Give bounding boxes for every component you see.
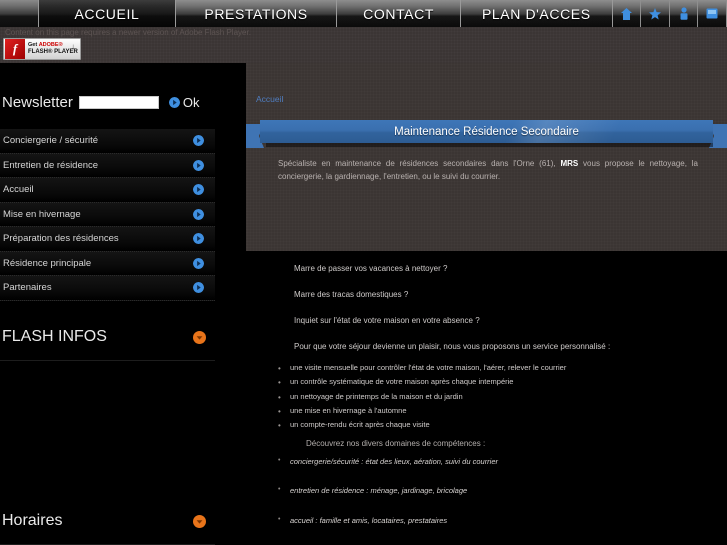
services-list: une visite mensuelle pour contrôler l'ét…	[276, 361, 706, 433]
sidebar-item-preparation-des-residences[interactable]: Préparation des résidences	[0, 227, 215, 252]
ribbon-bar: Maintenance Résidence Secondaire	[260, 120, 713, 143]
intro-brand: MRS	[560, 159, 579, 168]
list-item: une mise en hivernage à l'automne	[276, 404, 706, 419]
flash-notice-text: Content on this page requires a newer ve…	[5, 28, 251, 37]
nav-contact-button[interactable]	[669, 0, 699, 27]
sidebar-item-label: Partenaires	[3, 282, 52, 294]
sidebar-item-label: Mise en hivernage	[3, 208, 81, 220]
list-item: un compte-rendu écrit après chaque visit…	[276, 418, 706, 433]
nav-tab-contact[interactable]: CONTACT	[337, 0, 461, 27]
chevron-down-icon	[193, 330, 206, 349]
nav-tab-accueil[interactable]: ACCUEIL	[38, 0, 176, 27]
sidebar-item-accueil[interactable]: Accueil	[0, 178, 215, 203]
newsletter-email-input[interactable]	[78, 95, 159, 109]
sidebar-item-partenaires[interactable]: Partenaires	[0, 276, 215, 301]
chevron-down-icon	[193, 514, 206, 533]
home-icon	[621, 7, 633, 20]
question-line: Inquiet sur l'état de votre maison en vo…	[294, 316, 480, 325]
arrow-right-circle-icon	[193, 159, 204, 171]
arrow-right-circle-icon	[193, 208, 204, 220]
list-item: une visite mensuelle pour contrôler l'ét…	[276, 361, 706, 376]
nav-tab-label: ACCUEIL	[74, 5, 140, 22]
question-line: Marre de passer vos vacances à nettoyer …	[294, 264, 448, 273]
nav-tab-plan-dacces[interactable]: PLAN D'ACCES	[460, 0, 613, 27]
list-item: accueil : famille et amis, locataires, p…	[276, 515, 716, 526]
list-item: un nettoyage de printemps de la maison e…	[276, 390, 706, 405]
contact-icon	[680, 7, 688, 20]
list-item: entretien de résidence : ménage, jardina…	[276, 485, 716, 496]
sidebar-section-flash-infos[interactable]: FLASH INFOS	[0, 315, 215, 361]
nav-favorites-button[interactable]	[641, 0, 670, 27]
arrow-right-circle-icon	[193, 135, 204, 147]
sidebar-item-label: Accueil	[3, 184, 34, 196]
newsletter-ok-button[interactable]: Ok	[168, 94, 200, 110]
sidebar-menu: Conciergerie / sécurité Entretien de rés…	[0, 129, 215, 545]
page-root: ACCUEIL PRESTATIONS CONTACT PLAN D'ACCES	[0, 0, 727, 545]
arrow-right-circle-icon	[193, 282, 204, 294]
page-body: Newsletter Ok Conciergerie / sécurité En…	[0, 63, 727, 545]
list-item: conciergerie/sécurité : état des lieux, …	[276, 456, 716, 467]
flash-player-notice: Content on this page requires a newer ve…	[0, 27, 727, 63]
breadcrumb-accueil[interactable]: Accueil	[256, 94, 283, 104]
arrow-right-circle-icon	[168, 96, 180, 108]
sidebar-item-label: Préparation des résidences	[3, 233, 119, 245]
newsletter-label: Newsletter	[2, 93, 73, 111]
top-navigation-bar: ACCUEIL PRESTATIONS CONTACT PLAN D'ACCES	[0, 0, 727, 27]
sidebar-item-entretien-de-residence[interactable]: Entretien de résidence	[0, 153, 215, 178]
sidebar: Newsletter Ok Conciergerie / sécurité En…	[0, 63, 215, 545]
arrow-right-circle-icon	[193, 233, 204, 245]
flash-badge-get: Get	[28, 41, 39, 48]
services-panel: Marre de passer vos vacances à nettoyer …	[246, 251, 727, 545]
newsletter-signup: Newsletter Ok	[0, 89, 215, 115]
nav-tab-label: CONTACT	[363, 5, 434, 22]
page-title-ribbon: Maintenance Résidence Secondaire	[246, 120, 727, 148]
sidebar-item-label: Conciergerie / sécurité	[3, 135, 99, 147]
sidebar-section-label: Horaires	[2, 512, 63, 529]
nav-home-button[interactable]	[612, 0, 642, 27]
flash-logo-icon: f	[5, 39, 25, 59]
sidebar-section-label: FLASH INFOS	[2, 328, 107, 345]
discover-heading: Découvrez nos divers domaines de compéte…	[306, 439, 486, 448]
sidebar-item-label: Résidence principale	[3, 257, 92, 269]
sidebar-item-conciergerie-securite[interactable]: Conciergerie / sécurité	[0, 129, 215, 154]
list-item: un contrôle systématique de votre maison…	[276, 375, 706, 390]
nav-mail-button[interactable]	[698, 0, 727, 27]
page-title: Maintenance Résidence Secondaire	[394, 125, 579, 138]
sidebar-item-label: Entretien de résidence	[3, 159, 99, 171]
nav-tab-prestations[interactable]: PRESTATIONS	[175, 0, 338, 27]
flash-badge-brand: ADOBE®	[38, 41, 63, 48]
get-adobe-flash-player-badge[interactable]: f Get ADOBE® FLASH® PLAYER ↓	[3, 38, 81, 60]
domains-list: conciergerie/sécurité : état des lieux, …	[276, 456, 716, 545]
question-line: Pour que votre séjour devienne un plaisi…	[294, 342, 611, 351]
ribbon-shadow	[266, 143, 713, 147]
intro-paragraph: Spécialiste en maintenance de résidences…	[278, 157, 698, 183]
star-icon	[649, 7, 662, 19]
nav-tab-label: PLAN D'ACCES	[481, 5, 591, 22]
download-arrow-icon: ↓	[71, 42, 75, 51]
newsletter-ok-label: Ok	[182, 94, 200, 110]
sidebar-section-horaires[interactable]: Horaires	[0, 499, 215, 545]
question-line: Marre des tracas domestiques ?	[294, 290, 409, 299]
arrow-right-circle-icon	[193, 257, 204, 269]
intro-text-part1: Spécialiste en maintenance de résidences…	[278, 159, 561, 168]
arrow-right-circle-icon	[193, 184, 204, 196]
sidebar-item-residence-principale[interactable]: Résidence principale	[0, 251, 215, 276]
nav-tab-label: PRESTATIONS	[204, 5, 308, 22]
mail-icon	[706, 8, 718, 19]
sidebar-item-mise-en-hivernage[interactable]: Mise en hivernage	[0, 202, 215, 227]
